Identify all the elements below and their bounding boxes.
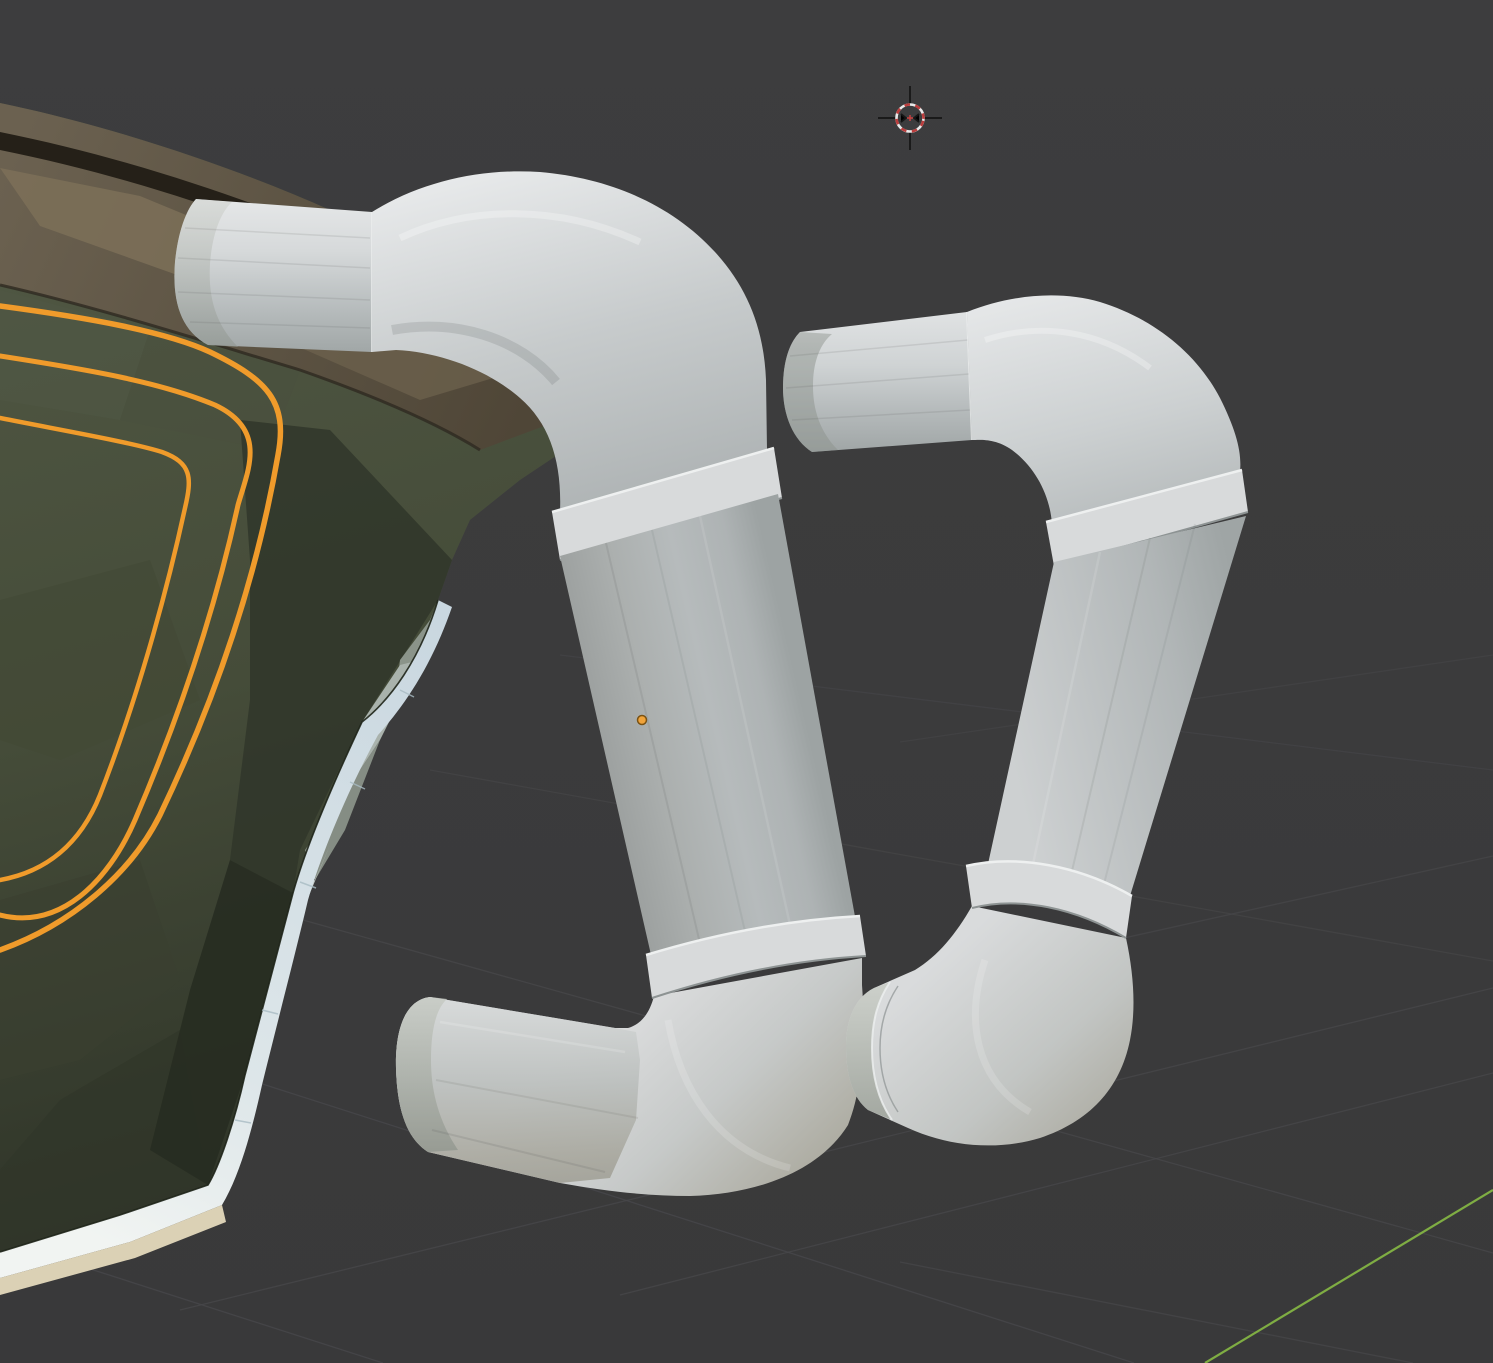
origin-dot[interactable] [638, 716, 647, 725]
viewport-canvas[interactable] [0, 0, 1493, 1363]
viewport-3d[interactable] [0, 0, 1493, 1363]
origin-point[interactable] [638, 716, 647, 725]
